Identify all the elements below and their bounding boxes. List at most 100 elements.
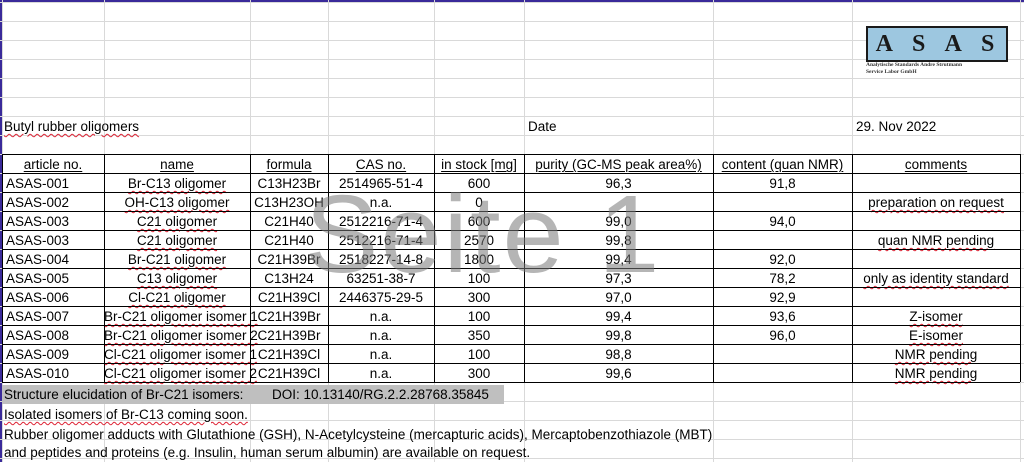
cell-formula[interactable]: C21H40	[250, 212, 328, 231]
cell-content[interactable]: 93,6	[713, 307, 852, 326]
cell-name[interactable]: C21 oligomer	[104, 231, 250, 250]
cell-in-stock[interactable]: 1800	[434, 250, 524, 269]
cell-article-no[interactable]: ASAS-007	[2, 307, 104, 326]
cell-in-stock[interactable]: 100	[434, 345, 524, 364]
cell-purity[interactable]: 99,4	[524, 250, 713, 269]
cell-name[interactable]: C13 oligomer	[104, 269, 250, 288]
column-header-purity[interactable]: purity (GC-MS peak area%)	[524, 155, 713, 174]
cell-purity[interactable]: 99,0	[524, 212, 713, 231]
cell-cas-no[interactable]: n.a.	[328, 307, 434, 326]
column-header-comments[interactable]: comments	[852, 155, 1020, 174]
cell-in-stock[interactable]: 300	[434, 364, 524, 383]
cell-comments[interactable]: NMR pending	[852, 364, 1020, 383]
structure-doi[interactable]: DOI: 10.13140/RG.2.2.28768.35845	[268, 385, 489, 404]
cell-in-stock[interactable]: 600	[434, 212, 524, 231]
cell-purity[interactable]: 99,4	[524, 307, 713, 326]
column-header-article-no[interactable]: article no.	[2, 155, 104, 174]
cell-formula[interactable]: C13H23Br	[250, 174, 328, 193]
date-value[interactable]: 29. Nov 2022	[852, 117, 936, 136]
cell-article-no[interactable]: ASAS-002	[2, 193, 104, 212]
logo-letter: A	[875, 30, 897, 57]
cell-comments[interactable]: only as identity standard	[852, 269, 1020, 288]
cell-cas-no[interactable]: 2512216-71-4	[328, 212, 434, 231]
cell-in-stock[interactable]: 300	[434, 288, 524, 307]
cell-name[interactable]: C21 oligomer	[104, 212, 250, 231]
note-line-3[interactable]: Rubber oligomer adducts with Glutathione…	[0, 425, 712, 444]
cell-cas-no[interactable]: n.a.	[328, 345, 434, 364]
cell-comments[interactable]: preparation on request	[852, 193, 1020, 212]
cell-article-no[interactable]: ASAS-009	[2, 345, 104, 364]
cell-name[interactable]: Br-C13 oligomer	[104, 174, 250, 193]
date-label[interactable]: Date	[524, 117, 557, 136]
cell-formula[interactable]: C13H24	[250, 269, 328, 288]
cell-formula[interactable]: C21H39Br	[250, 250, 328, 269]
cell-article-no[interactable]: ASAS-006	[2, 288, 104, 307]
cell-cas-no[interactable]: 2518227-14-8	[328, 250, 434, 269]
cell-article-no[interactable]: ASAS-003	[2, 212, 104, 231]
cell-name[interactable]: Br-C21 oligomer	[104, 250, 250, 269]
column-header-in-stock[interactable]: in stock [mg]	[434, 155, 524, 174]
cell-cas-no[interactable]: n.a.	[328, 193, 434, 212]
cell-purity[interactable]: 99,8	[524, 326, 713, 345]
cell-purity[interactable]: 99,8	[524, 231, 713, 250]
table-row-border	[2, 306, 1020, 307]
cell-content[interactable]: 96,0	[713, 326, 852, 345]
note-line-2[interactable]: Isolated isomers of Br-C13 coming soon.	[0, 405, 248, 424]
cell-cas-no[interactable]: 63251-38-7	[328, 269, 434, 288]
cell-cas-no[interactable]: n.a.	[328, 364, 434, 383]
note-line-4[interactable]: and peptides and proteins (e.g. Insulin,…	[0, 443, 530, 462]
cell-purity[interactable]: 97,3	[524, 269, 713, 288]
cell-formula[interactable]: C21H39Br	[250, 307, 328, 326]
cell-name[interactable]: Cl-C21 oligomer isomer 1	[104, 345, 257, 364]
cell-in-stock[interactable]: 350	[434, 326, 524, 345]
cell-name[interactable]: Cl-C21 oligomer isomer 2	[104, 364, 257, 383]
column-header-cas-no[interactable]: CAS no.	[328, 155, 434, 174]
cell-in-stock[interactable]: 2570	[434, 231, 524, 250]
cell-cas-no[interactable]: 2446375-29-5	[328, 288, 434, 307]
cell-name[interactable]: Cl-C21 oligomer	[104, 288, 250, 307]
cell-cas-no[interactable]: 2512216-71-4	[328, 231, 434, 250]
cell-purity[interactable]: 97,0	[524, 288, 713, 307]
cell-formula[interactable]: C21H39Cl	[250, 364, 328, 383]
cell-comments[interactable]: Z-isomer	[852, 307, 1020, 326]
cell-content[interactable]: 91,8	[713, 174, 852, 193]
cell-purity[interactable]: 99,6	[524, 364, 713, 383]
cell-name[interactable]: Br-C21 oligomer isomer 1	[104, 307, 258, 326]
cell-article-no[interactable]: ASAS-004	[2, 250, 104, 269]
cell-purity[interactable]: 96,3	[524, 174, 713, 193]
cell-article-no[interactable]: ASAS-005	[2, 269, 104, 288]
grid-row-line	[0, 2, 1024, 3]
cell-name[interactable]: OH-C13 oligomer	[104, 193, 250, 212]
cell-content[interactable]: 92,9	[713, 288, 852, 307]
sheet-title[interactable]: Butyl rubber oligomers	[0, 117, 139, 136]
cell-purity[interactable]: 98,8	[524, 345, 713, 364]
column-header-formula[interactable]: formula	[250, 155, 328, 174]
cell-formula[interactable]: C21H40	[250, 231, 328, 250]
cell-article-no[interactable]: ASAS-010	[2, 364, 104, 383]
cell-cas-no[interactable]: 2514965-51-4	[328, 174, 434, 193]
cell-formula[interactable]: C21H39Cl	[250, 288, 328, 307]
column-header-name[interactable]: name	[104, 155, 250, 174]
cell-comments[interactable]: NMR pending	[852, 345, 1020, 364]
cell-formula[interactable]: C13H23OH	[250, 193, 328, 212]
cell-in-stock[interactable]: 600	[434, 174, 524, 193]
cell-formula[interactable]: C21H39Br	[250, 326, 328, 345]
cell-in-stock[interactable]: 100	[434, 307, 524, 326]
cell-name[interactable]: Br-C21 oligomer isomer 2	[104, 326, 258, 345]
cell-in-stock[interactable]: 100	[434, 269, 524, 288]
structure-label[interactable]: Structure elucidation of Br-C21 isomers:	[0, 385, 243, 404]
cell-article-no[interactable]: ASAS-003	[2, 231, 104, 250]
cell-formula[interactable]: C21H39Cl	[250, 345, 328, 364]
cell-content[interactable]: 78,2	[713, 269, 852, 288]
cell-article-no[interactable]: ASAS-001	[2, 174, 104, 193]
cell-comments[interactable]: E-isomer	[852, 326, 1020, 345]
cell-comments[interactable]: quan NMR pending	[852, 231, 1020, 250]
cell-in-stock[interactable]: 0	[434, 193, 524, 212]
cell-content[interactable]: 92,0	[713, 250, 852, 269]
cell-cas-no[interactable]: n.a.	[328, 326, 434, 345]
cell-content[interactable]: 94,0	[713, 212, 852, 231]
table-col-border	[1020, 154, 1021, 382]
cell-article-no[interactable]: ASAS-008	[2, 326, 104, 345]
logo-subtitle-line1: Analytische Standards Andre Strutmann	[866, 62, 963, 68]
column-header-content[interactable]: content (quan NMR)	[713, 155, 852, 174]
